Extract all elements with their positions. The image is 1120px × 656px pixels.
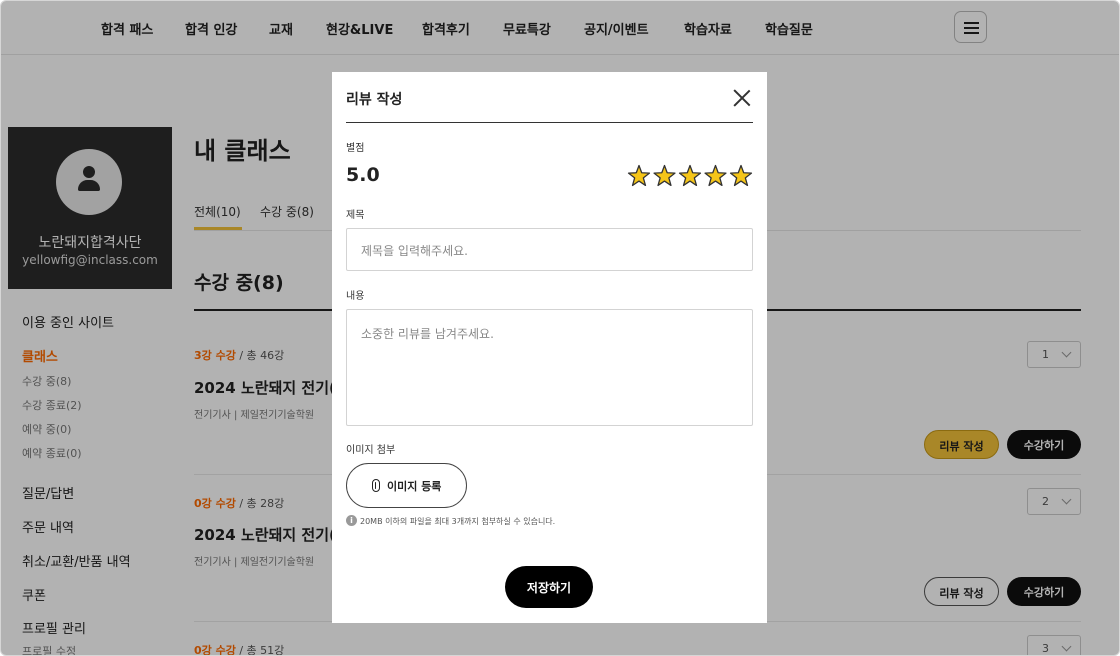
info-icon: i	[346, 515, 357, 526]
rating-value: 5.0	[346, 164, 380, 186]
paperclip-icon	[372, 479, 380, 492]
subject-label: 제목	[346, 210, 365, 221]
star-icon[interactable]	[704, 164, 727, 187]
modal-divider	[346, 122, 753, 123]
image-upload-label: 이미지 등록	[387, 480, 442, 493]
star-icon[interactable]	[627, 164, 651, 187]
subject-placeholder: 제목을 입력해주세요.	[361, 244, 468, 258]
star-rating[interactable]	[627, 163, 753, 189]
save-button[interactable]: 저장하기	[505, 566, 593, 608]
content-textarea[interactable]: 소중한 리뷰를 남겨주세요.	[346, 309, 753, 426]
star-icon[interactable]	[729, 164, 753, 187]
review-modal: 리뷰 작성 별점 5.0 제목 제목을 입력해주세요. 내용 소중한 리뷰를 남…	[332, 72, 767, 623]
attach-info-text: 20MB 이하의 파일을 최대 3개까지 첨부하실 수 있습니다.	[360, 517, 556, 526]
content-placeholder: 소중한 리뷰를 남겨주세요.	[361, 327, 494, 341]
content-label: 내용	[346, 291, 365, 302]
rating-label: 별점	[346, 143, 365, 154]
star-icon[interactable]	[678, 164, 702, 187]
star-icon[interactable]	[653, 164, 676, 187]
modal-title: 리뷰 작성	[346, 92, 403, 108]
image-upload-button[interactable]: 이미지 등록	[346, 463, 467, 508]
attach-label: 이미지 첨부	[346, 445, 396, 456]
close-icon[interactable]	[732, 88, 752, 108]
app-window: 합격 패스 합격 인강 교재 현강&LIVE 합격후기 무료특강 공지/이벤트 …	[0, 0, 1120, 656]
subject-input[interactable]: 제목을 입력해주세요.	[346, 228, 753, 271]
